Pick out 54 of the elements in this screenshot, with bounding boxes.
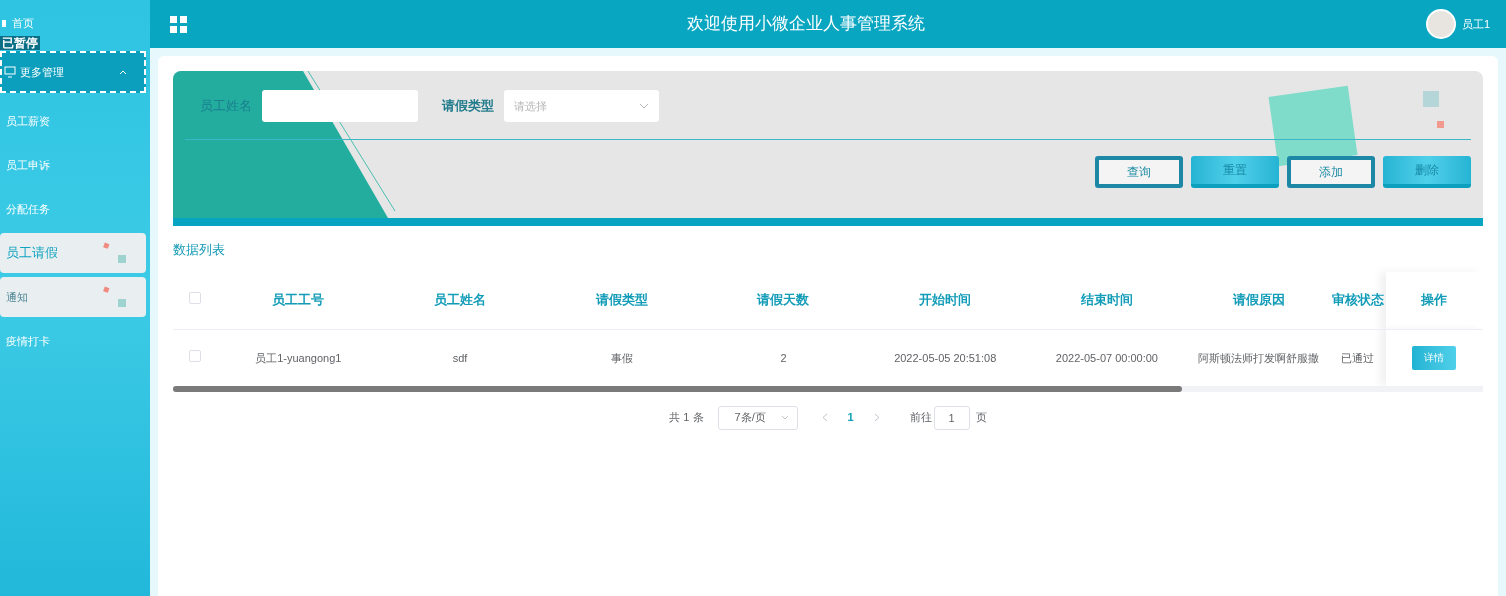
input-field[interactable]: [262, 90, 418, 122]
page-input[interactable]: 1: [933, 405, 970, 430]
table-cell: 阿斯顿法师打发啊舒服撒: [1187, 329, 1330, 386]
previous-page-icon[interactable]: [821, 413, 828, 422]
delete-button[interactable]: 删除: [1383, 156, 1471, 188]
checkbox[interactable]: [189, 292, 202, 304]
avatar-icon[interactable]: [1425, 9, 1456, 39]
checkbox[interactable]: [189, 349, 202, 362]
page-number[interactable]: 1: [837, 409, 864, 426]
details-button[interactable]: 详情: [1412, 345, 1457, 370]
column-header: 请假天数: [702, 271, 865, 330]
chevron-icon: [780, 415, 789, 420]
column-header: 结束时间: [1026, 271, 1188, 330]
add-button[interactable]: 添加: [1287, 156, 1375, 188]
table-cell: 事假: [540, 329, 703, 386]
chevron-icon: [118, 68, 128, 76]
column-header: 员工姓名: [379, 271, 541, 330]
sidebar-item[interactable]: 通知: [0, 277, 146, 317]
column-header: 请假原因: [1187, 271, 1330, 330]
column-header: 开始时间: [864, 271, 1027, 330]
search-button[interactable]: 查询: [1095, 156, 1183, 188]
home-icon: [2, 18, 8, 28]
leave-type-select[interactable]: 请选择: [504, 90, 659, 122]
table-cell: 2: [702, 329, 865, 386]
sidebar-item[interactable]: 员工薪资: [0, 101, 146, 141]
list-title: 数据列表: [173, 241, 226, 259]
table-cell: 已通过: [1329, 329, 1386, 386]
page-size-select[interactable]: 7条/页: [717, 405, 798, 430]
page-suffix: 页: [975, 410, 987, 426]
table-cell: 2022-05-05 20:51:08: [864, 329, 1027, 386]
user-name[interactable]: 员工1: [1461, 15, 1490, 33]
total-count: 共 1 条: [669, 410, 704, 426]
horizontal-scrollbar[interactable]: [173, 385, 1483, 392]
menu-group[interactable]: 更多管理: [0, 51, 146, 93]
column-header: 员工工号: [217, 271, 380, 330]
paused-label: 已暂停: [0, 36, 40, 50]
table-cell: 2022-05-07 00:00:00: [1026, 329, 1188, 386]
goto-label: 前往: [909, 410, 932, 426]
next-page-icon[interactable]: [873, 413, 880, 422]
app-title: 欢迎使用小微企业人事管理系统: [686, 13, 927, 36]
sidebar-item[interactable]: 员工申诉: [0, 145, 146, 185]
sidebar-item[interactable]: 疫情打卡: [0, 321, 146, 361]
monitor-icon: [4, 66, 16, 78]
table-cell: 员工1-yuangong1: [217, 329, 380, 386]
table-cell: sdf: [379, 329, 541, 386]
sidebar-item[interactable]: 员工请假: [0, 233, 146, 273]
field-label: 请假类型: [442, 97, 494, 116]
chevron-icon: [639, 103, 649, 109]
column-header: 请假类型: [540, 271, 703, 330]
column-header: 操作: [1385, 271, 1483, 330]
sidebar-item[interactable]: 首页: [0, 12, 150, 34]
sidebar-item[interactable]: 分配任务: [0, 189, 146, 229]
column-header: 审核状态: [1329, 271, 1386, 330]
grid-icon[interactable]: [170, 15, 187, 33]
